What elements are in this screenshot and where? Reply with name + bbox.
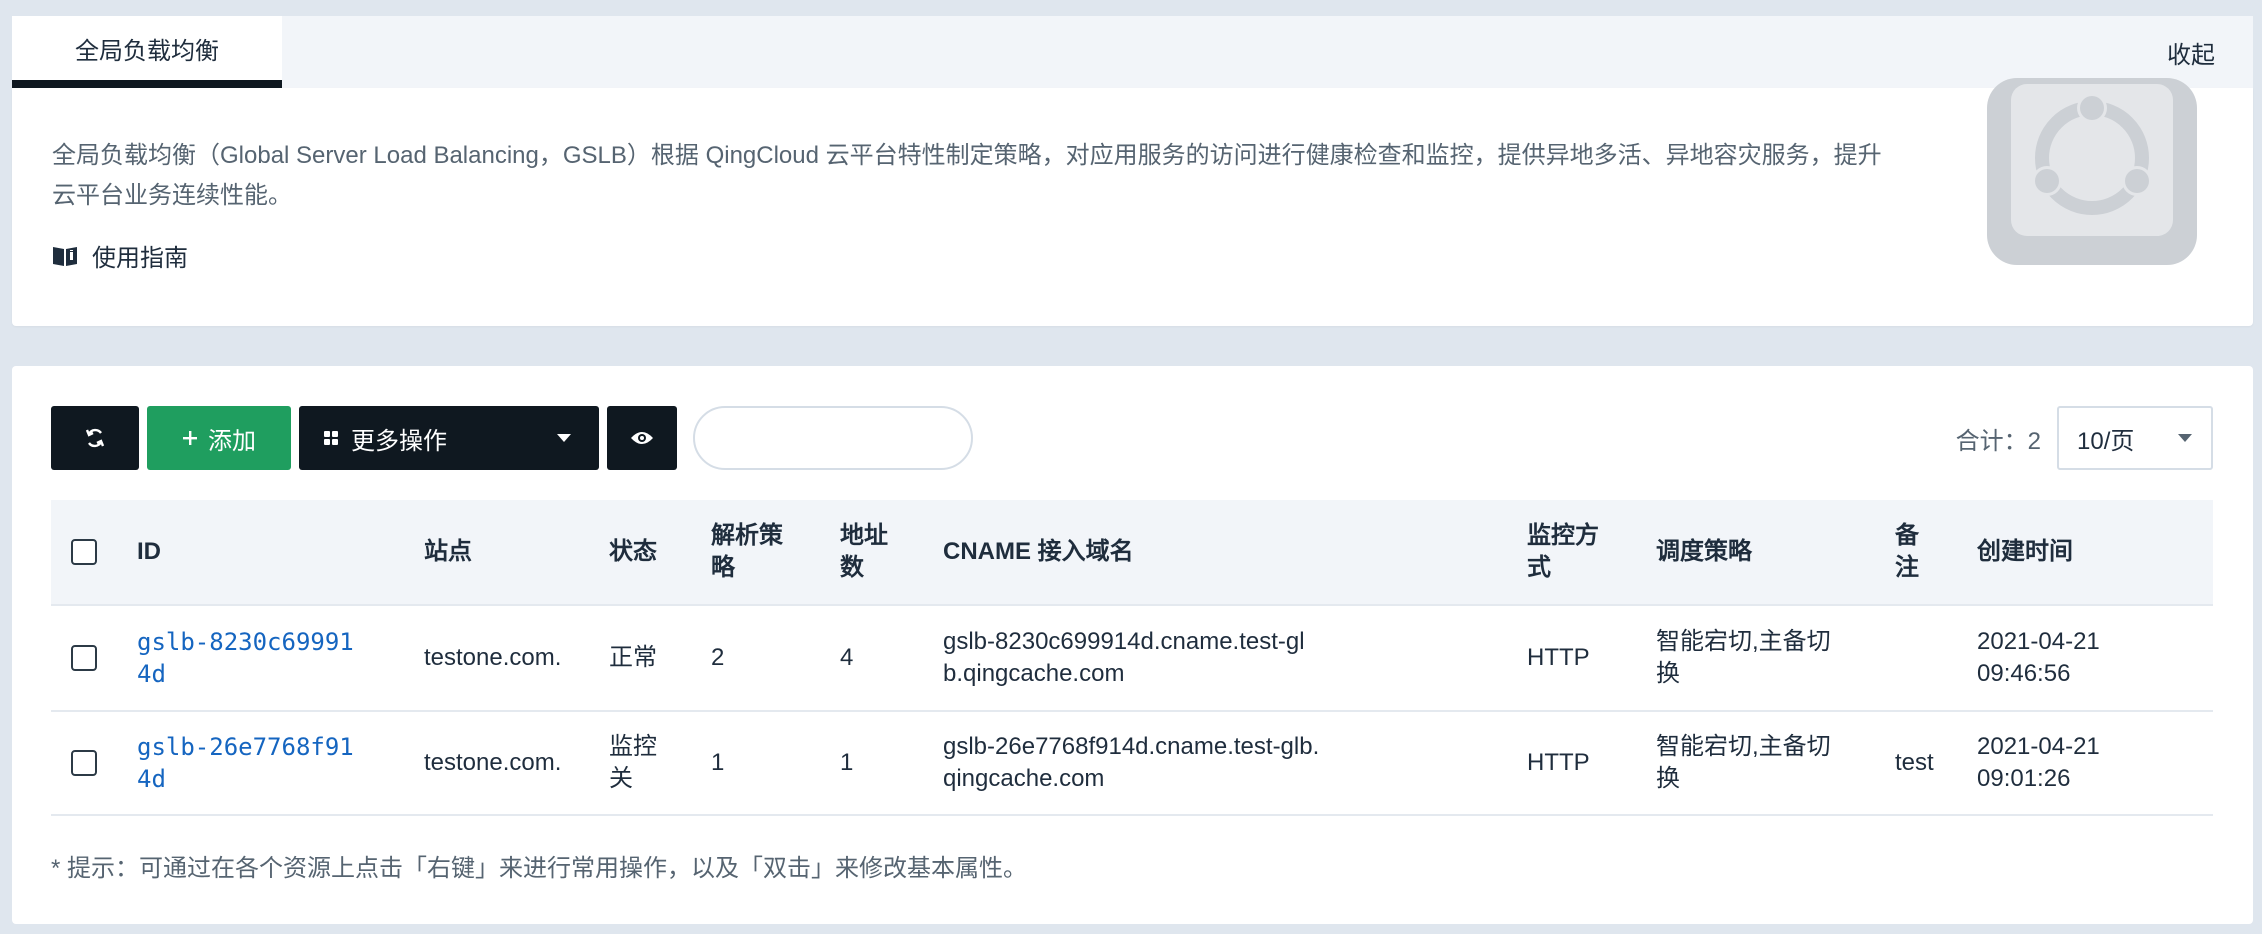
select-all-checkbox[interactable] [71, 539, 97, 565]
resource-panel: 添加 更多操作 合计：2 10/页 ID 站点 状态 解析策略 地址数 CNAM… [12, 366, 2253, 924]
toggle-columns-button[interactable] [607, 406, 677, 470]
table-row[interactable]: gslb-8230c699914d testone.com. 正常 2 4 gs… [51, 604, 2213, 710]
col-header-status[interactable]: 状态 [609, 500, 657, 604]
cell-cname: gslb-8230c699914d.cname.test-glb.qingcac… [943, 628, 1305, 687]
gslb-table: ID 站点 状态 解析策略 地址数 CNAME 接入域名 监控方式 调度策略 备… [51, 500, 2213, 816]
cell-monitor: HTTP [1527, 644, 1590, 671]
col-header-addr-count[interactable]: 地址数 [840, 500, 896, 604]
cell-site: testone.com. [424, 644, 562, 671]
page-size-select[interactable]: 10/页 [2057, 406, 2213, 470]
cell-policy: 1 [711, 749, 725, 776]
page-size-value: 10/页 [2077, 427, 2135, 455]
col-header-dispatch[interactable]: 调度策略 [1656, 500, 1752, 604]
tab-gslb-label: 全局负载均衡 [75, 37, 219, 65]
col-header-monitor[interactable]: 监控方式 [1527, 500, 1607, 604]
cell-addr-count: 1 [840, 749, 854, 776]
caret-down-icon [2178, 434, 2192, 442]
table-row[interactable]: gslb-26e7768f914d testone.com. 监控关 1 1 g… [51, 710, 2213, 816]
cell-policy: 2 [711, 644, 725, 671]
add-button-label: 添加 [208, 427, 256, 455]
cell-note: test [1895, 749, 1934, 776]
col-header-policy[interactable]: 解析策略 [711, 500, 791, 604]
cell-dispatch: 智能宕切,主备切换 [1656, 628, 1831, 687]
more-actions-label: 更多操作 [351, 427, 447, 455]
row-checkbox[interactable] [71, 645, 97, 671]
cell-site: testone.com. [424, 749, 562, 776]
eye-icon [631, 432, 653, 444]
more-actions-dropdown[interactable]: 更多操作 [299, 406, 599, 470]
cell-dispatch: 智能宕切,主备切换 [1656, 733, 1831, 792]
cell-status: 监控关 [609, 733, 657, 792]
col-header-created[interactable]: 创建时间 [1977, 500, 2073, 604]
resource-id-link[interactable]: gslb-26e7768f914d [137, 731, 367, 795]
cell-created: 2021-04-21 09:01:26 [1977, 733, 2100, 792]
toolbar: 添加 更多操作 [51, 406, 973, 470]
refresh-button[interactable] [51, 406, 139, 470]
gslb-illustration-icon [1987, 78, 2197, 265]
intro-description: 全局负载均衡（Global Server Load Balancing，GSLB… [52, 142, 1882, 209]
add-button[interactable]: 添加 [147, 406, 291, 470]
intro-panel: 全局负载均衡（Global Server Load Balancing，GSLB… [12, 78, 2253, 326]
usage-guide-link[interactable]: 使用指南 [52, 238, 188, 273]
search-input[interactable] [693, 406, 973, 470]
usage-guide-label: 使用指南 [92, 245, 188, 272]
row-checkbox[interactable] [71, 750, 97, 776]
resource-id-link[interactable]: gslb-8230c699914d [137, 626, 367, 690]
grid-icon [324, 431, 338, 445]
refresh-icon [85, 428, 105, 448]
cell-status: 正常 [609, 644, 657, 671]
usage-hint: * 提示：可通过在各个资源上点击「右键」来进行常用操作，以及「双击」来修改基本属… [51, 855, 1028, 882]
tab-gslb[interactable]: 全局负载均衡 [12, 16, 282, 88]
cell-monitor: HTTP [1527, 749, 1590, 776]
table-header: ID 站点 状态 解析策略 地址数 CNAME 接入域名 监控方式 调度策略 备… [51, 500, 2213, 604]
collapse-label: 收起 [2167, 41, 2215, 69]
caret-down-icon [557, 434, 571, 442]
cell-cname: gslb-26e7768f914d.cname.test-glb.qingcac… [943, 733, 1320, 792]
col-header-cname[interactable]: CNAME 接入域名 [943, 500, 1134, 604]
total-count: 合计：2 [1955, 427, 2041, 455]
plus-icon [183, 431, 197, 445]
cell-created: 2021-04-21 09:46:56 [1977, 628, 2100, 687]
col-header-id[interactable]: ID [137, 500, 161, 604]
book-icon [53, 246, 77, 266]
intro-tabbar: 全局负载均衡 收起 [12, 16, 2253, 88]
col-header-note[interactable]: 备注 [1895, 500, 1923, 604]
col-header-site[interactable]: 站点 [424, 500, 472, 604]
cell-addr-count: 4 [840, 644, 854, 671]
